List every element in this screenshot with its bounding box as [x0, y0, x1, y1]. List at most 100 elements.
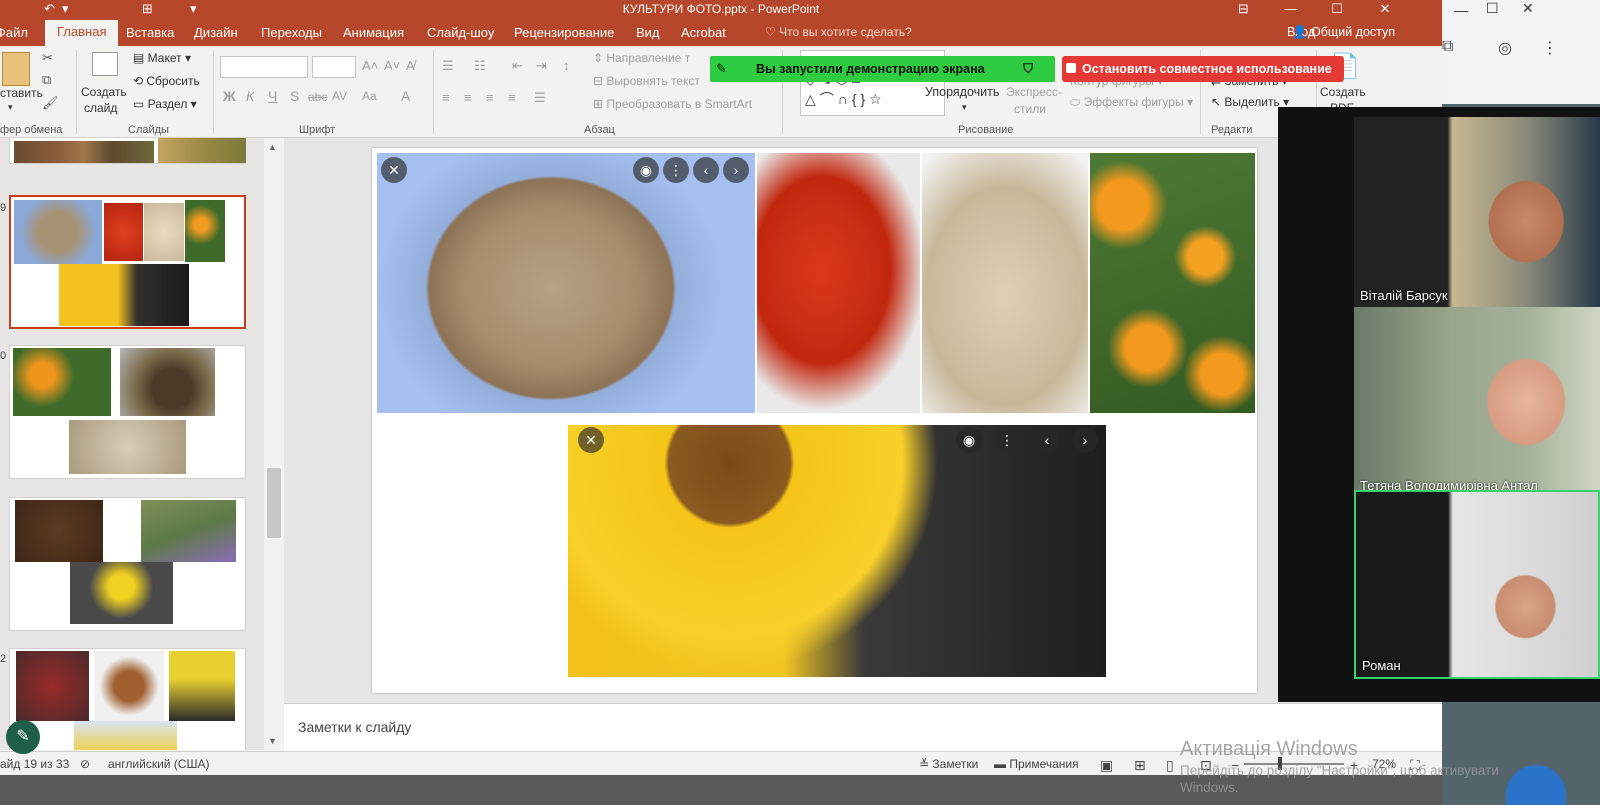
image-seeds[interactable]: ✕ ◉ ⋮ ‹ › [377, 153, 755, 413]
tab-design[interactable]: Дизайн [194, 25, 238, 40]
tab-acrobat[interactable]: Acrobat [681, 25, 726, 40]
arrange-dropdown-icon[interactable]: ▾ [962, 102, 967, 113]
tab-home[interactable]: Главная [45, 20, 119, 46]
new-slide-button[interactable]: Создать [81, 85, 127, 99]
normal-view-icon[interactable]: ▣ [1100, 757, 1113, 774]
increase-indent-icon[interactable]: ⇥ [536, 58, 547, 74]
scroll-down-icon[interactable]: ▼ [268, 736, 277, 746]
paste-dropdown-icon[interactable]: ▾ [8, 102, 13, 113]
layout-button[interactable]: ▤ Макет ▾ [133, 51, 191, 65]
smartart-button[interactable]: ⊞ Преобразовать в SmartArt [593, 97, 752, 111]
clear-format-icon[interactable]: A̸ [406, 58, 415, 73]
justify-icon[interactable]: ≡ [508, 90, 516, 105]
bold-button[interactable]: Ж [223, 88, 236, 104]
arrange-button[interactable]: Упорядочить [925, 85, 999, 99]
chevron-right-icon[interactable]: › [723, 157, 749, 183]
copy-icon[interactable]: ⧉ [42, 72, 51, 88]
paste-icon[interactable] [2, 52, 30, 86]
slide-thumbnail[interactable] [9, 648, 246, 750]
pen-icon[interactable]: ✎ [6, 720, 40, 754]
notes-button[interactable]: ≚ Заметки [919, 757, 978, 771]
new-slide-icon[interactable] [92, 52, 118, 76]
paste-button[interactable]: ставить [0, 86, 43, 100]
numbering-icon[interactable]: ☷ [474, 58, 486, 74]
language-indicator[interactable]: английский (США) [108, 757, 209, 771]
cut-icon[interactable]: ✂ [42, 50, 53, 66]
slide-thumbnail-selected[interactable] [9, 195, 246, 329]
image-safflower-petals[interactable] [757, 153, 920, 413]
participant-tile[interactable]: Віталій Барсук [1354, 117, 1600, 307]
format-painter-icon[interactable]: 🖌 [42, 95, 59, 111]
tab-file[interactable]: Файл [0, 25, 28, 40]
slide-thumbnail-pane[interactable]: 9 0 2 [0, 138, 264, 750]
chevron-right-icon[interactable]: › [1072, 427, 1098, 453]
strikethrough-button[interactable]: abc [308, 90, 327, 104]
slide-sorter-icon[interactable]: ⊞ [1134, 757, 1146, 774]
share-button[interactable]: 👤 Общий доступ [1292, 25, 1395, 40]
align-right-icon[interactable]: ≡ [486, 90, 494, 105]
scroll-up-icon[interactable]: ▲ [268, 142, 277, 152]
align-center-icon[interactable]: ≡ [464, 90, 472, 105]
more-icon[interactable]: ⋮ [663, 157, 689, 183]
underline-button[interactable]: Ч [268, 88, 277, 104]
text-direction-button[interactable]: ⇕ Направление т [593, 51, 690, 65]
line-spacing-icon[interactable]: ↕ [563, 58, 570, 73]
shadow-button[interactable]: S [290, 88, 299, 104]
participant-tile-active-speaker[interactable]: Роман [1354, 490, 1600, 679]
tab-slideshow[interactable]: Слайд-шоу [427, 25, 494, 40]
close-icon[interactable]: ✕ [381, 157, 407, 183]
tab-insert[interactable]: Вставка [126, 25, 174, 40]
extensions-icon[interactable]: ⧉ [1442, 38, 1453, 56]
font-name-field[interactable] [220, 56, 308, 78]
close-button[interactable]: ✕ [1362, 0, 1408, 20]
close-icon[interactable]: ✕ [578, 427, 604, 453]
participant-tile[interactable]: Тетяна Володимирівна Антал [1354, 307, 1600, 497]
align-left-icon[interactable]: ≡ [442, 90, 450, 105]
maximize-button[interactable]: ☐ [1314, 0, 1360, 20]
browser-maximize-button[interactable]: ☐ [1486, 0, 1499, 17]
shape-effects-button[interactable]: ⬭ Эффекты фигуры ▾ [1070, 95, 1193, 110]
profile-icon[interactable]: ◎ [1498, 38, 1512, 58]
font-color-button[interactable]: A [401, 88, 410, 104]
chevron-left-icon[interactable]: ‹ [1034, 427, 1060, 453]
slide-thumbnail[interactable] [9, 138, 246, 164]
browser-close-button[interactable]: ✕ [1522, 0, 1534, 17]
slide-thumbnail[interactable] [9, 497, 246, 631]
minimize-button[interactable]: — [1268, 0, 1314, 20]
shapes-row-icon[interactable]: △⌒∩{}☆ [805, 89, 886, 109]
spacing-button[interactable]: AV [332, 89, 347, 103]
tab-animation[interactable]: Анимация [343, 25, 404, 40]
tab-transitions[interactable]: Переходы [261, 25, 322, 40]
change-case-button[interactable]: Aa [362, 89, 377, 103]
font-size-field[interactable] [312, 56, 356, 78]
decrease-indent-icon[interactable]: ⇤ [512, 58, 523, 74]
menu-icon[interactable]: ⋮ [1542, 38, 1558, 58]
columns-icon[interactable]: ☰ [534, 90, 546, 106]
slide-thumbnail[interactable] [9, 345, 246, 479]
chevron-left-icon[interactable]: ‹ [693, 157, 719, 183]
bullets-icon[interactable]: ☰ [442, 58, 454, 74]
comments-button[interactable]: ▬ Примечания [994, 757, 1079, 771]
spellcheck-icon[interactable]: ⊘ [80, 757, 90, 771]
lens-icon[interactable]: ◉ [956, 427, 982, 453]
section-button[interactable]: ▭ Раздел ▾ [133, 97, 197, 111]
more-icon[interactable]: ⋮ [994, 427, 1020, 453]
tell-me-search[interactable]: ♡ Что вы хотите сделать? [765, 25, 912, 39]
stop-share-button[interactable]: Остановить совместное использование [1062, 56, 1344, 82]
tab-view[interactable]: Вид [636, 25, 660, 40]
scrollbar-thumb[interactable] [267, 468, 281, 538]
reading-view-icon[interactable]: ▯ [1166, 757, 1174, 774]
thumbnail-scrollbar[interactable]: ▲ ▼ [264, 138, 284, 750]
image-safflower-flowers[interactable] [1090, 153, 1255, 413]
lens-icon[interactable]: ◉ [633, 157, 659, 183]
browser-minimize-button[interactable]: — [1454, 2, 1468, 18]
image-sunflower[interactable]: ✕ ◉ ⋮ ‹ › [568, 425, 1106, 677]
notes-placeholder[interactable]: Заметки к слайду [298, 719, 411, 735]
align-text-button[interactable]: ⊟ Выровнять текст [593, 74, 700, 88]
slide[interactable]: ✕ ◉ ⋮ ‹ › ✕ ◉ ⋮ ‹ › [372, 148, 1257, 693]
slide-canvas[interactable]: ✕ ◉ ⋮ ‹ › ✕ ◉ ⋮ ‹ › [284, 138, 1442, 703]
grow-font-icon[interactable]: A˄ [362, 58, 378, 73]
ribbon-display-icon[interactable]: ⊟ [1238, 1, 1249, 17]
create-pdf-button[interactable]: Создать [1320, 85, 1366, 99]
image-safflower-seeds[interactable] [922, 153, 1088, 413]
